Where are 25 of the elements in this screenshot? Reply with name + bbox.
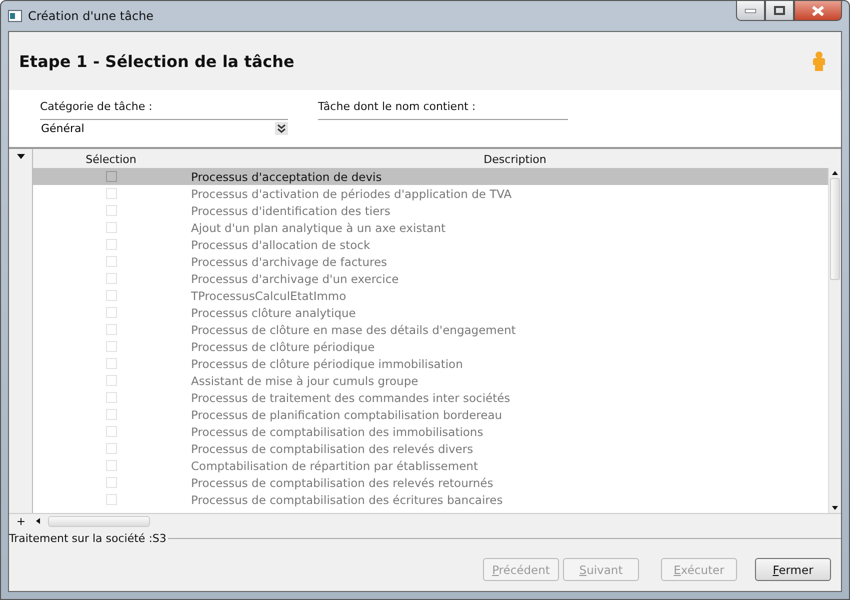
minimize-icon <box>745 8 756 12</box>
window-app-icon <box>8 10 22 22</box>
name-filter-label: Tâche dont le nom contient : <box>318 100 477 113</box>
close-button[interactable] <box>794 1 842 21</box>
maximize-button[interactable] <box>765 1 794 21</box>
maximize-icon <box>774 6 785 15</box>
minimize-button[interactable] <box>736 1 765 21</box>
scroll-thumb[interactable] <box>830 178 840 280</box>
expand-toggle[interactable]: + <box>9 514 33 528</box>
category-label: Catégorie de tâche : <box>40 100 154 113</box>
selection-checkbox[interactable] <box>106 171 116 182</box>
person-icon <box>811 51 827 71</box>
step-title: Etape 1 - Sélection de la tâche <box>19 52 294 70</box>
window-title: Création d'une tâche <box>28 9 155 23</box>
status-text: Traitement sur la société :S3 <box>9 532 166 545</box>
dropdown-arrow-icon[interactable] <box>16 154 24 159</box>
dialog-button[interactable]: Fermer <box>755 558 831 581</box>
category-dropdown[interactable]: Général <box>40 119 288 136</box>
scroll-thumb[interactable] <box>48 516 150 526</box>
chevron-down-icon <box>275 122 288 134</box>
column-header: Description <box>482 152 548 168</box>
column-header: Sélection <box>84 152 138 168</box>
vertical-scrollbar[interactable] <box>828 168 841 513</box>
table-row[interactable]: Processus d'acceptation de devis <box>33 168 828 185</box>
close-icon <box>812 6 824 16</box>
